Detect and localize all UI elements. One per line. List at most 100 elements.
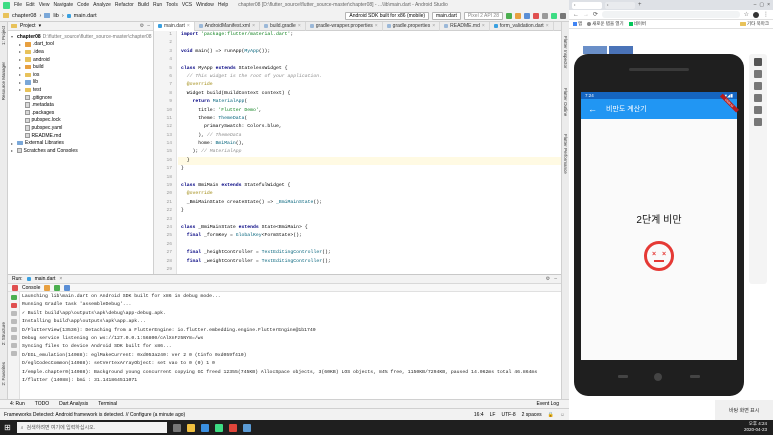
close-icon[interactable]: × (546, 23, 549, 29)
expand-arrow-icon[interactable]: ▸ (19, 57, 23, 62)
android-back-button[interactable] (618, 375, 628, 378)
close-icon[interactable]: × (252, 23, 255, 29)
emulator-screen[interactable]: 7:24 ▾◢▮ ← 비만도 계산기 DEBUG 2단계 비만 × × (581, 92, 740, 360)
tree-item[interactable]: ▸ ios (11, 71, 151, 79)
tree-item[interactable]: README.md (11, 132, 151, 140)
code-line[interactable]: } (178, 165, 561, 173)
expand-arrow-icon[interactable]: ▸ (19, 87, 23, 92)
code-line[interactable]: final _weightController = TextEditingCon… (178, 258, 561, 266)
code-line[interactable] (178, 174, 561, 182)
close-icon[interactable]: × (298, 23, 301, 29)
minimize-icon[interactable]: – (554, 276, 557, 282)
rerun-icon[interactable] (10, 295, 17, 300)
expand-arrow-icon[interactable]: ▸ (19, 49, 23, 54)
star-icon[interactable]: ☆ (744, 11, 749, 18)
device-selector[interactable]: Android SDK built for x86 (mobile) (345, 11, 430, 20)
editor-tab[interactable]: README.md × (440, 21, 490, 31)
task-view-icon[interactable] (172, 423, 181, 432)
close-icon[interactable]: × (375, 23, 378, 29)
close-icon[interactable]: × (432, 23, 435, 29)
arrow-up-icon[interactable] (10, 311, 17, 316)
run-config-selector[interactable]: main.dart (432, 11, 461, 20)
file-explorer-icon[interactable] (186, 423, 195, 432)
flutter-inspector-tab[interactable]: Flutter Inspector (563, 36, 568, 69)
hot-restart-icon[interactable] (54, 284, 61, 291)
lock-icon[interactable]: 🔒 (548, 412, 554, 418)
run-config-tab[interactable]: main.dart (35, 276, 56, 282)
code-line[interactable]: void main() => runApp(MyApp()); (178, 48, 561, 56)
code-line[interactable] (178, 39, 561, 47)
back-icon[interactable]: ← (573, 12, 579, 18)
sync-icon[interactable] (542, 12, 548, 19)
breadcrumb-file[interactable]: main.dart (74, 13, 97, 19)
expand-arrow-icon[interactable]: ▸ (19, 65, 23, 70)
expand-arrow-icon[interactable]: ▸ (19, 42, 23, 47)
more-icon[interactable] (754, 118, 762, 126)
menu-refactor[interactable]: Refactor (115, 2, 134, 8)
windows-start-icon[interactable]: ⊞ (4, 423, 11, 432)
stop-icon[interactable] (533, 12, 539, 19)
menu-window[interactable]: Window (196, 2, 214, 8)
rotate-icon[interactable] (754, 94, 762, 102)
line-separator[interactable]: LF (490, 412, 496, 418)
chevron-down-icon[interactable]: ▾ (39, 23, 42, 29)
minimize-icon[interactable]: – (147, 23, 150, 29)
expand-arrow-icon[interactable]: ▸ (11, 148, 15, 153)
console-tab[interactable]: Console (22, 285, 40, 291)
tree-item[interactable]: ▸ Scratches and Consoles (11, 147, 151, 155)
android-home-button[interactable] (654, 373, 662, 381)
kebab-menu-icon[interactable]: ⋮ (763, 11, 769, 18)
back-arrow-icon[interactable]: ← (588, 104, 597, 114)
code-line[interactable]: } (178, 156, 561, 166)
code-line[interactable]: ), // ThemeData (178, 132, 561, 140)
search-icon[interactable] (560, 12, 566, 19)
power-icon[interactable] (754, 58, 762, 66)
show-desktop-notice[interactable]: 바탕 화면 표시 (715, 400, 773, 420)
menu-vcs[interactable]: VCS (182, 2, 192, 8)
taskbar-search[interactable]: ⌕ 검색하려면 여기에 입력하십시오. (16, 422, 167, 433)
menu-run[interactable]: Run (153, 2, 162, 8)
menu-tools[interactable]: Tools (166, 2, 178, 8)
smiley-icon[interactable]: ☺ (560, 412, 565, 418)
system-tray[interactable]: 오후 4:24 2020-04-23 (744, 421, 767, 433)
tree-item[interactable]: ▸ android (11, 56, 151, 64)
code-line[interactable]: } (178, 207, 561, 215)
edge-icon[interactable] (200, 423, 209, 432)
code-line[interactable] (178, 216, 561, 224)
tree-item[interactable]: ▸ build (11, 63, 151, 71)
stop-icon[interactable] (10, 303, 17, 308)
new-tab-icon[interactable]: + (638, 2, 642, 8)
bottom-tab-run[interactable]: 4: Run (10, 401, 25, 407)
minimize-window-icon[interactable]: – (754, 2, 757, 8)
tree-item[interactable]: .gitignore (11, 94, 151, 102)
chrome-icon[interactable] (228, 423, 237, 432)
code-line[interactable]: @override (178, 190, 561, 198)
menu-view[interactable]: View (39, 2, 50, 8)
menu-build[interactable]: Build (138, 2, 149, 8)
avd-selector[interactable]: Pixel 2 API 28 (463, 11, 503, 20)
expand-arrow-icon[interactable]: ▸ (11, 141, 15, 146)
code-line[interactable]: import 'package:flutter/material.dart'; (178, 31, 561, 39)
event-log-tab[interactable]: Event Log (536, 401, 559, 407)
flutter-performance-tab[interactable]: Flutter Performance (563, 134, 568, 174)
editor-tab[interactable]: main.dart × (154, 21, 195, 31)
code-line[interactable]: class BmiMain extends StatefulWidget { (178, 182, 561, 190)
indent-setting[interactable]: 2 spaces (522, 412, 542, 418)
browser-tab[interactable]: • (572, 1, 602, 9)
code-line[interactable]: class MyApp extends StatelessWidget { (178, 65, 561, 73)
run-icon[interactable] (506, 12, 512, 19)
editor-tab[interactable]: gradle-wrapper.properties × (306, 21, 383, 31)
breadcrumb-project[interactable]: chapter08 (12, 13, 36, 19)
tree-item[interactable]: ▸ lib (11, 79, 151, 87)
code-line[interactable]: title: 'Flutter Demo', (178, 107, 561, 115)
gear-icon[interactable]: ⚙ (140, 23, 144, 29)
code-line[interactable]: ); // MaterialApp (178, 148, 561, 156)
menu-code[interactable]: Code (77, 2, 89, 8)
avd-manager-icon[interactable] (551, 12, 557, 19)
menu-help[interactable]: Help (218, 2, 228, 8)
trash-icon[interactable] (10, 351, 17, 356)
expand-arrow-icon[interactable]: ▾ (11, 34, 13, 39)
url-field[interactable] (602, 11, 740, 18)
bookmark-new-tab[interactable]: 새로운 탭을 열기 (587, 21, 624, 27)
code-line[interactable] (178, 266, 561, 274)
